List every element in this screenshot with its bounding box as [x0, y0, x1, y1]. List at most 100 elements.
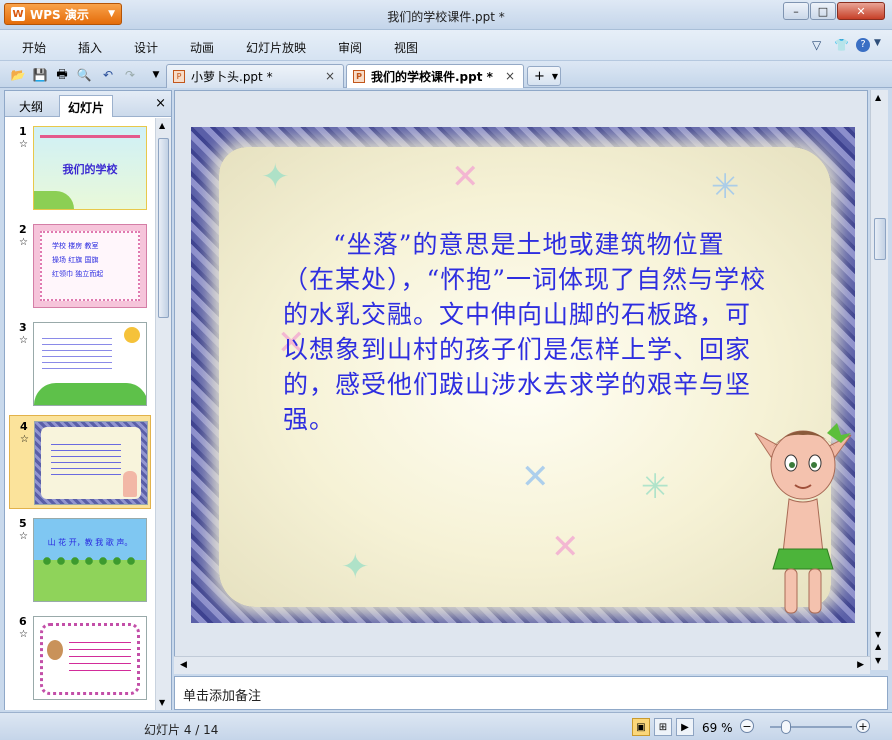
skin-icon[interactable]: 👕: [834, 38, 849, 52]
scroll-down-icon[interactable]: ▼: [875, 630, 881, 639]
ppt-file-icon: P: [353, 70, 365, 83]
slide-number: 5: [19, 517, 27, 530]
zoom-slider-thumb[interactable]: [781, 720, 792, 734]
close-tab-icon[interactable]: ×: [325, 69, 335, 83]
sparkle-icon: ✦: [341, 547, 370, 587]
slide-body-text[interactable]: “坐落”的意思是土地或建筑物位置（在某处），“怀抱”一词体现了自然与学校的水乳交…: [283, 227, 769, 437]
customize-toolbar-icon[interactable]: ▼: [148, 67, 164, 83]
normal-view-button[interactable]: ▣: [632, 718, 650, 736]
help-dropdown-icon[interactable]: ▼: [874, 38, 881, 48]
menu-review[interactable]: 审阅: [338, 39, 362, 56]
slide-thumbnail-3[interactable]: 3 ☆: [9, 317, 151, 411]
tab-document-2-label: 我们的学校课件.ppt *: [371, 70, 493, 84]
previous-slide-icon[interactable]: ▲: [875, 642, 881, 651]
slide-thumbnail-5[interactable]: 5 ☆ 山 花 开，教 我 歌 声。: [9, 513, 151, 607]
sparkle-icon: ✦: [261, 157, 290, 197]
save-icon[interactable]: 💾: [32, 67, 48, 83]
preview-text-lines: [51, 439, 121, 475]
zoom-level: 69 %: [702, 721, 733, 735]
slide-sorter-view-button[interactable]: ⊞: [654, 718, 672, 736]
editor-horizontal-scrollbar[interactable]: ◀ ▶: [174, 656, 870, 674]
editor-vertical-scrollbar[interactable]: ▲ ▼ ▲ ▼: [870, 90, 888, 670]
panel-scrollbar[interactable]: ▲ ▼: [155, 118, 171, 710]
preview-hill: [34, 383, 146, 405]
new-tab-button[interactable]: + ▼: [527, 66, 561, 86]
menu-animation[interactable]: 动画: [190, 39, 214, 56]
open-folder-icon[interactable]: 📂: [10, 67, 26, 83]
menu-slideshow[interactable]: 幻灯片放映: [246, 39, 306, 56]
scroll-up-icon[interactable]: ▲: [159, 121, 165, 130]
slide-number: 4: [20, 420, 28, 433]
star-icon: ☆: [19, 237, 28, 248]
ppt-file-icon: P: [173, 70, 185, 83]
print-icon[interactable]: 🖶: [54, 67, 70, 83]
zoom-in-button[interactable]: +: [856, 719, 870, 733]
tab-document-1-label: 小萝卜头.ppt *: [191, 70, 273, 84]
ribbon-options-icon[interactable]: ▽: [812, 38, 821, 52]
slide-thumbnails: 1 ☆ 我们的学校 2 ☆ 学校 楼房 教室 操场 红旗 国旗 红领巾 独立而起…: [5, 118, 155, 710]
slide-number: 1: [19, 125, 27, 138]
preview-paper: [41, 427, 141, 499]
star-icon: ☆: [19, 531, 28, 542]
help-icon[interactable]: ?: [856, 38, 870, 52]
menu-design[interactable]: 设计: [134, 39, 158, 56]
slide-number: 2: [19, 223, 27, 236]
slide-counter: 幻灯片 4 / 14: [144, 723, 219, 737]
undo-icon[interactable]: ↶: [100, 67, 116, 83]
quick-access-toolbar: 📂 💾 🖶 🔍 ↶ ↷ ▼ P 小萝卜头.ppt * × P 我们的学校课件.p…: [0, 60, 892, 88]
slide-preview-title: 山 花 开，教 我 歌 声。: [47, 538, 133, 547]
tab-document-1[interactable]: P 小萝卜头.ppt * ×: [166, 64, 344, 88]
scroll-right-icon[interactable]: ▶: [857, 660, 864, 670]
redo-icon[interactable]: ↷: [122, 67, 138, 83]
sparkle-icon: ✳: [711, 167, 740, 207]
slide-preview: [33, 322, 147, 406]
slide-editor: ✦ ✕ ✳ ✦ ✕ ✳ ✕ ✕ “坐落”的意思是土地或建筑物位置（在某处），“怀…: [174, 90, 868, 660]
tab-document-2[interactable]: P 我们的学校课件.ppt * ×: [346, 64, 524, 88]
slide-thumbnail-4[interactable]: 4 ☆: [9, 415, 151, 509]
close-button[interactable]: ✕: [837, 2, 885, 20]
slide-number: 3: [19, 321, 27, 334]
star-icon: ☆: [19, 629, 28, 640]
title-bar: W WPS 演示 ▼ 我们的学校课件.ppt * – □ ✕: [0, 0, 892, 30]
menu-view[interactable]: 视图: [394, 39, 418, 56]
star-icon: ☆: [19, 335, 28, 346]
scroll-up-icon[interactable]: ▲: [875, 93, 881, 102]
slide-preview: [34, 421, 148, 505]
preview-trees: [40, 555, 140, 567]
plus-icon: +: [534, 68, 545, 84]
slide-preview-title: 我们的学校: [62, 163, 118, 176]
zoom-out-button[interactable]: −: [740, 719, 754, 733]
scroll-down-icon[interactable]: ▼: [159, 698, 165, 707]
sparkle-icon: ✕: [521, 457, 550, 497]
menu-insert[interactable]: 插入: [78, 39, 102, 56]
slide-thumbnail-6[interactable]: 6 ☆: [9, 611, 151, 705]
current-slide[interactable]: ✦ ✕ ✳ ✦ ✕ ✳ ✕ ✕ “坐落”的意思是土地或建筑物位置（在某处），“怀…: [191, 127, 855, 623]
preview-grass: [34, 191, 74, 209]
close-tab-icon[interactable]: ×: [505, 69, 515, 83]
panel-scroll-thumb[interactable]: [158, 138, 169, 318]
scroll-left-icon[interactable]: ◀: [180, 660, 187, 670]
slide-preview: 我们的学校: [33, 126, 147, 210]
print-preview-icon[interactable]: 🔍: [76, 67, 92, 83]
preview-text-lines: [42, 333, 112, 373]
elf-character-icon: [754, 423, 852, 614]
next-slide-icon[interactable]: ▼: [875, 656, 881, 665]
slideshow-view-button[interactable]: ▶: [676, 718, 694, 736]
chevron-down-icon: ▼: [551, 71, 559, 81]
minimize-button[interactable]: –: [783, 2, 809, 20]
slide-thumbnail-2[interactable]: 2 ☆ 学校 楼房 教室 操场 红旗 国旗 红领巾 独立而起: [9, 219, 151, 313]
preview-frame: [40, 623, 140, 695]
sun-icon: [124, 327, 140, 343]
maximize-button[interactable]: □: [810, 2, 836, 20]
rabbit-figure-icon: [47, 640, 63, 660]
panel-close-icon[interactable]: ×: [155, 96, 166, 111]
tab-slides[interactable]: 幻灯片: [59, 95, 114, 117]
preview-line: [40, 135, 140, 138]
sparkle-icon: ✳: [641, 467, 670, 507]
menu-home[interactable]: 开始: [22, 39, 46, 56]
slide-thumbnail-1[interactable]: 1 ☆ 我们的学校: [9, 121, 151, 215]
menu-bar: 开始 插入 设计 动画 幻灯片放映 审阅 视图 ▽ 👕 ? ▼: [0, 30, 892, 60]
notes-pane[interactable]: 单击添加备注: [174, 676, 888, 710]
editor-scroll-thumb[interactable]: [874, 218, 886, 260]
tab-outline[interactable]: 大纲: [11, 95, 51, 117]
